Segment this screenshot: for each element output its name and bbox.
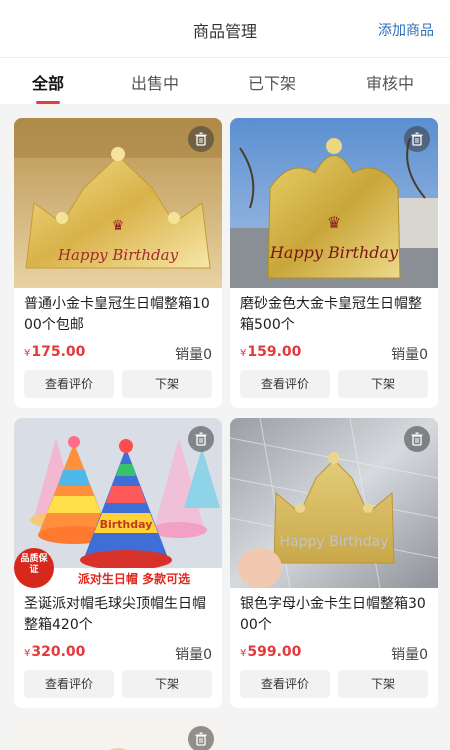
product-card[interactable]: [14, 718, 222, 750]
product-price: ¥159.00: [240, 344, 302, 360]
view-reviews-button[interactable]: 查看评价: [24, 670, 114, 698]
quality-badge: 品质保证: [20, 554, 48, 575]
product-price: ¥320.00: [24, 644, 86, 660]
product-card[interactable]: ♛ Happy Birthday 普通小金卡皇冠生日帽整箱1000个包邮 ¥17…: [14, 118, 222, 408]
sales-count: 销量0: [175, 647, 212, 663]
tab-bar: 全部 出售中 已下架 审核中: [0, 58, 450, 104]
product-card[interactable]: ♛ Happy Birthday 磨砂金色大金卡皇冠生日帽整箱500个 ¥159…: [230, 118, 438, 408]
trash-icon: [195, 732, 207, 746]
active-tab-indicator: [36, 101, 60, 104]
delete-button[interactable]: [188, 426, 214, 452]
delete-button[interactable]: [404, 426, 430, 452]
product-price: ¥175.00: [24, 344, 86, 360]
sales-count: 销量0: [391, 647, 428, 663]
product-image[interactable]: Birthday 派对生日帽 多款可选 品质保证: [14, 418, 222, 588]
product-image[interactable]: ♛ Happy Birthday: [230, 118, 438, 288]
view-reviews-button[interactable]: 查看评价: [24, 370, 114, 398]
product-name: 银色字母小金卡生日帽整箱3000个: [240, 596, 426, 633]
product-card[interactable]: Happy Birthday 银色字母小金卡生日帽整箱3000个 ¥599.00…: [230, 418, 438, 708]
product-image[interactable]: Happy Birthday: [230, 418, 438, 588]
trash-icon: [411, 432, 423, 446]
tab-under-review[interactable]: 审核中: [366, 70, 414, 94]
top-bar: 商品管理 添加商品: [0, 0, 450, 58]
tab-on-sale[interactable]: 出售中: [131, 70, 179, 94]
view-reviews-button[interactable]: 查看评价: [240, 670, 330, 698]
trash-icon: [411, 132, 423, 146]
product-grid: ♛ Happy Birthday 普通小金卡皇冠生日帽整箱1000个包邮 ¥17…: [0, 106, 450, 750]
product-price: ¥599.00: [240, 644, 302, 660]
take-off-shelf-button[interactable]: 下架: [338, 670, 428, 698]
svg-text:Happy Birthday: Happy Birthday: [280, 534, 389, 550]
product-image[interactable]: ♛ Happy Birthday: [14, 118, 222, 288]
svg-text:Happy Birthday: Happy Birthday: [269, 243, 399, 262]
take-off-shelf-button[interactable]: 下架: [122, 370, 212, 398]
svg-text:Happy Birthday: Happy Birthday: [57, 246, 179, 264]
sales-count: 销量0: [391, 347, 428, 363]
view-reviews-button[interactable]: 查看评价: [240, 370, 330, 398]
svg-text:派对生日帽 多款可选: 派对生日帽 多款可选: [78, 571, 190, 586]
trash-icon: [195, 432, 207, 446]
sales-count: 销量0: [175, 347, 212, 363]
tab-all[interactable]: 全部: [32, 70, 64, 94]
svg-text:♛: ♛: [112, 218, 125, 234]
delete-button[interactable]: [188, 126, 214, 152]
take-off-shelf-button[interactable]: 下架: [338, 370, 428, 398]
trash-icon: [195, 132, 207, 146]
svg-text:Birthday: Birthday: [100, 518, 153, 531]
product-name: 普通小金卡皇冠生日帽整箱1000个包邮: [24, 296, 210, 333]
product-name: 圣诞派对帽毛球尖顶帽生日帽整箱420个: [24, 596, 206, 633]
product-image[interactable]: [14, 718, 222, 750]
tab-off-shelf[interactable]: 已下架: [248, 70, 296, 94]
delete-button[interactable]: [188, 726, 214, 750]
svg-text:♛: ♛: [327, 213, 341, 232]
product-card[interactable]: Birthday 派对生日帽 多款可选 品质保证 圣诞派对帽毛球尖顶帽生日帽整箱…: [14, 418, 222, 708]
product-name: 磨砂金色大金卡皇冠生日帽整箱500个: [240, 296, 422, 333]
delete-button[interactable]: [404, 126, 430, 152]
take-off-shelf-button[interactable]: 下架: [122, 670, 212, 698]
add-product-button[interactable]: 添加商品: [378, 20, 434, 40]
